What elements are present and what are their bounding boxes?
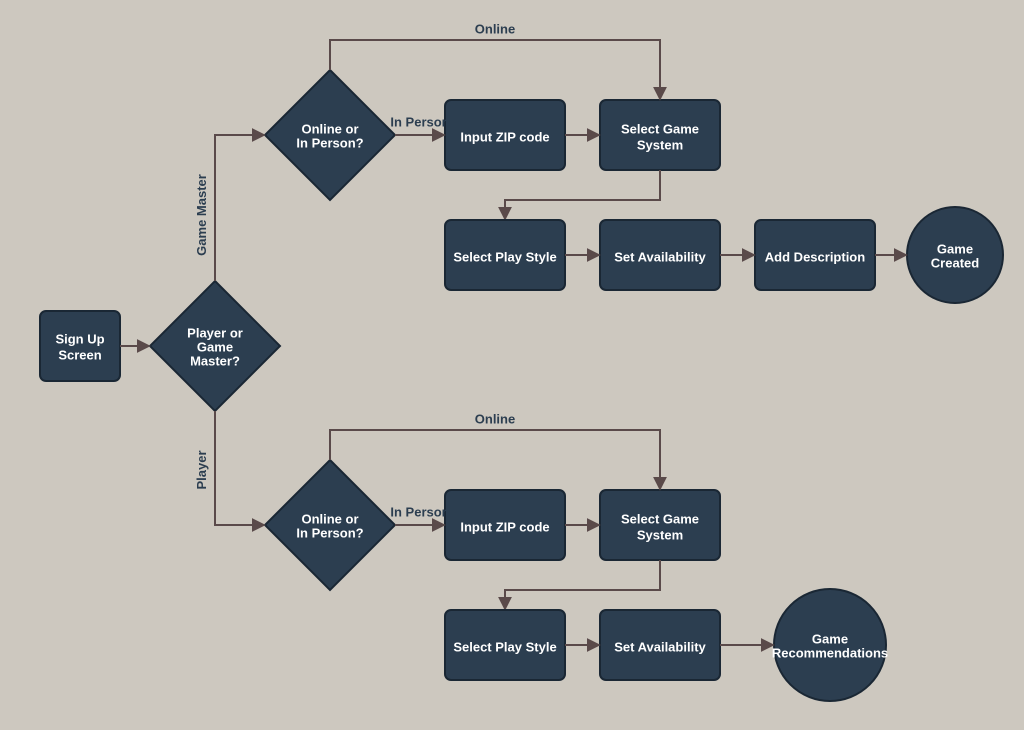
edge-system-to-playstyle-player (505, 560, 660, 608)
label-gr-1: Game (812, 631, 848, 646)
node-signup: Sign Up Screen (40, 311, 120, 381)
edge-label-online-player: Online (475, 411, 515, 426)
node-system-player: Select Game System (600, 490, 720, 560)
label-system-p-2: System (637, 527, 683, 542)
edge-gm-online (330, 40, 660, 98)
label-system-gm-2: System (637, 137, 683, 152)
label-gr-2: Recommendations (772, 645, 888, 660)
label-zip-player: Input ZIP code (460, 519, 549, 534)
node-game-recommendations: Game Recommendations (772, 589, 888, 701)
node-description: Add Description (755, 220, 875, 290)
label-playstyle-player: Select Play Style (453, 639, 556, 654)
label-oip-p-1: Online or (301, 511, 358, 526)
node-playstyle-gm: Select Play Style (445, 220, 565, 290)
node-online-or-person-player: Online or In Person? (265, 460, 395, 590)
edge-label-inperson-player: In Person (390, 504, 449, 519)
label-oip-p-2: In Person? (296, 525, 363, 540)
node-game-created: Game Created (907, 207, 1003, 303)
label-availability-gm: Set Availability (614, 249, 706, 264)
label-signup-1: Sign Up (55, 331, 104, 346)
node-player-or-gm: Player or Game Master? (150, 281, 280, 411)
node-zip-gm: Input ZIP code (445, 100, 565, 170)
label-oip-gm-2: In Person? (296, 135, 363, 150)
label-availability-player: Set Availability (614, 639, 706, 654)
node-playstyle-player: Select Play Style (445, 610, 565, 680)
label-description: Add Description (765, 249, 865, 264)
label-playstyle-gm: Select Play Style (453, 249, 556, 264)
label-signup-2: Screen (58, 347, 101, 362)
edge-system-to-playstyle-gm (505, 170, 660, 218)
label-oip-gm-1: Online or (301, 121, 358, 136)
node-availability-player: Set Availability (600, 610, 720, 680)
label-pgm-3: Master? (190, 353, 240, 368)
label-system-gm-1: Select Game (621, 121, 699, 136)
node-zip-player: Input ZIP code (445, 490, 565, 560)
label-gc-1: Game (937, 241, 973, 256)
label-pgm-2: Game (197, 339, 233, 354)
edge-label-gm: Game Master (194, 174, 209, 256)
edge-pgm-to-player (215, 411, 263, 525)
node-system-gm: Select Game System (600, 100, 720, 170)
node-availability-gm: Set Availability (600, 220, 720, 290)
node-online-or-person-gm: Online or In Person? (265, 70, 395, 200)
label-pgm-1: Player or (187, 325, 243, 340)
edge-label-player: Player (194, 450, 209, 489)
label-zip-gm: Input ZIP code (460, 129, 549, 144)
label-system-p-1: Select Game (621, 511, 699, 526)
edge-player-online (330, 430, 660, 488)
edge-pgm-to-gm (215, 135, 263, 281)
edge-label-inperson-gm: In Person (390, 114, 449, 129)
edge-label-online-gm: Online (475, 21, 515, 36)
label-gc-2: Created (931, 255, 979, 270)
